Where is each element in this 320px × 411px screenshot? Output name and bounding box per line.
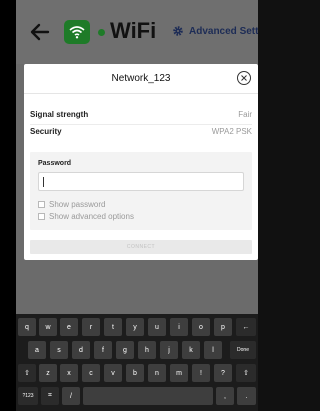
keyboard-row-3: ⇧ z x c v b n m ! ? ⇧ <box>16 364 258 384</box>
shift-key-right[interactable]: ⇧ <box>236 364 256 382</box>
show-password-label: Show password <box>49 200 106 209</box>
show-advanced-option[interactable]: Show advanced options <box>38 212 134 221</box>
key-q[interactable]: q <box>18 318 36 336</box>
signal-strength-value: Fair <box>238 110 252 119</box>
security-row: Security WPA2 PSK <box>30 127 252 139</box>
key-period[interactable]: . <box>237 387 256 405</box>
key-n[interactable]: n <box>148 364 166 382</box>
key-l[interactable]: l <box>204 341 222 359</box>
wifi-icon <box>64 20 90 44</box>
security-value: WPA2 PSK <box>211 127 252 136</box>
security-label: Security <box>30 127 62 136</box>
back-arrow-icon[interactable] <box>28 20 52 44</box>
key-v[interactable]: v <box>104 364 122 382</box>
key-slash[interactable]: / <box>62 387 80 405</box>
onscreen-keyboard: q w e r t y u i o p ← a s d f g h j k l … <box>16 314 258 411</box>
key-b[interactable]: b <box>126 364 144 382</box>
show-password-option[interactable]: Show password <box>38 200 105 209</box>
text-caret <box>43 177 44 187</box>
key-a[interactable]: a <box>28 341 46 359</box>
password-input[interactable] <box>38 172 244 191</box>
keyboard-row-2: a s d f g h j k l Done <box>16 341 258 361</box>
advanced-settings-link[interactable]: Advanced Settings <box>172 25 258 37</box>
dialog-title: Network_123 <box>111 73 171 84</box>
keyboard-row-4: ?123 ⌗ / , . <box>16 387 258 407</box>
key-t[interactable]: t <box>104 318 122 336</box>
device-bezel <box>0 0 16 411</box>
app-header: WiFi Advanced Settings <box>16 0 258 64</box>
key-x[interactable]: x <box>60 364 78 382</box>
space-key[interactable] <box>83 387 213 405</box>
key-comma[interactable]: , <box>216 387 234 405</box>
key-y[interactable]: y <box>126 318 144 336</box>
key-g[interactable]: g <box>116 341 134 359</box>
divider <box>30 124 252 125</box>
advanced-settings-label: Advanced Settings <box>189 25 258 37</box>
key-w[interactable]: w <box>39 318 57 336</box>
key-p[interactable]: p <box>214 318 232 336</box>
key-h[interactable]: h <box>138 341 156 359</box>
key-c[interactable]: c <box>82 364 100 382</box>
screen: WiFi Advanced Settings Network_123 Signa… <box>16 0 258 411</box>
close-icon[interactable] <box>236 70 252 86</box>
show-advanced-checkbox[interactable] <box>38 213 45 220</box>
shift-key[interactable]: ⇧ <box>18 364 36 382</box>
password-panel: Password Show password Show advanced opt… <box>30 152 252 230</box>
key-m[interactable]: m <box>170 364 188 382</box>
password-label: Password <box>38 160 72 167</box>
key-z[interactable]: z <box>39 364 57 382</box>
key-question[interactable]: ? <box>214 364 232 382</box>
key-s[interactable]: s <box>50 341 68 359</box>
connect-button[interactable]: CONNECT <box>30 240 252 254</box>
backspace-key[interactable]: ← <box>236 318 256 336</box>
key-u[interactable]: u <box>148 318 166 336</box>
key-d[interactable]: d <box>72 341 90 359</box>
dialog-header: Network_123 <box>24 64 258 94</box>
key-j[interactable]: j <box>160 341 178 359</box>
done-key[interactable]: Done <box>230 341 256 359</box>
network-dialog: Network_123 Signal strength Fair Securit… <box>24 64 258 260</box>
keyboard-row-1: q w e r t y u i o p ← <box>16 318 258 338</box>
key-f[interactable]: f <box>94 341 112 359</box>
key-o[interactable]: o <box>192 318 210 336</box>
signal-strength-label: Signal strength <box>30 110 89 119</box>
key-e[interactable]: e <box>60 318 78 336</box>
gear-icon <box>173 26 183 36</box>
key-k[interactable]: k <box>182 341 200 359</box>
page-title: WiFi <box>110 18 157 43</box>
show-password-checkbox[interactable] <box>38 201 45 208</box>
key-exclamation[interactable]: ! <box>192 364 210 382</box>
show-advanced-label: Show advanced options <box>49 212 134 221</box>
symbols-key[interactable]: ?123 <box>18 387 38 405</box>
signal-strength-row: Signal strength Fair <box>30 110 252 122</box>
status-dot-icon <box>98 29 105 36</box>
key-r[interactable]: r <box>82 318 100 336</box>
key-i[interactable]: i <box>170 318 188 336</box>
emoji-key[interactable]: ⌗ <box>41 387 59 405</box>
